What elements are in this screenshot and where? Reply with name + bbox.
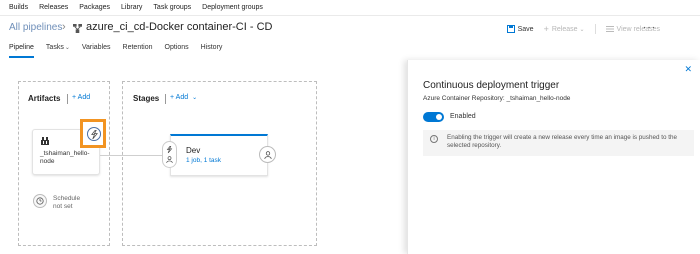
nav-releases[interactable]: Releases [39,4,68,11]
add-stage-label: + Add [170,94,189,101]
cd-trigger-panel: ✕ Continuous deployment trigger Azure Co… [407,60,700,254]
tab-history[interactable]: History [201,44,223,58]
header: All pipelines › azure_ci_cd-Docker conta… [0,20,700,38]
schedule-status: Schedule not set [53,195,80,210]
post-deployment-conditions-button[interactable] [259,146,276,163]
list-icon [605,26,614,32]
artifacts-title: Artifacts [28,94,61,103]
person-icon [166,156,173,164]
toggle-label: Enabled [450,113,476,120]
stage-card-dev[interactable]: Dev 1 job, 1 task [170,134,268,176]
person-icon [263,150,272,159]
release-pipeline-icon [73,24,82,33]
continuous-deployment-trigger-button[interactable] [80,119,106,148]
stage-job-summary[interactable]: 1 job, 1 task [186,157,221,164]
chevron-down-icon: ⌄ [579,26,585,33]
chevron-right-icon: › [62,21,66,33]
release-button[interactable]: + Release ⌄ [544,24,585,34]
plus-icon: + [543,24,549,34]
pre-deployment-conditions-button[interactable] [162,141,177,168]
tab-pipeline[interactable]: Pipeline [9,44,34,58]
tab-bar: Pipeline Tasks⌄ Variables Retention Opti… [0,44,700,58]
more-actions-button[interactable]: ··· [643,22,656,33]
clock-icon [33,194,47,208]
add-stage-button[interactable]: + Add ⌄ [170,94,197,101]
top-navigation: Builds Releases Packages Library Task gr… [0,0,700,16]
tab-retention[interactable]: Retention [123,44,153,58]
stages-title: Stages [133,94,160,103]
chevron-down-icon: ⌄ [64,45,70,51]
save-label: Save [517,25,534,33]
schedule-line1: Schedule [53,195,81,202]
add-artifact-button[interactable]: + Add [72,94,90,101]
stage-name: Dev [186,146,201,155]
info-text: Enabling the trigger will create a new r… [447,134,677,149]
tab-variables[interactable]: Variables [82,44,111,58]
release-label: Release [551,25,578,33]
artifact-name: _tshaiman_hello-node [40,150,90,165]
info-icon: i [430,135,438,143]
artifact-to-stage-connector [100,155,162,156]
close-icon[interactable]: ✕ [684,64,692,75]
nav-packages[interactable]: Packages [79,4,110,11]
lightning-icon [87,127,101,141]
nav-task-groups[interactable]: Task groups [153,4,191,11]
toggle-knob [436,114,442,120]
tab-tasks[interactable]: Tasks⌄ [46,44,70,58]
panel-subtitle: Azure Container Repository: _tshaiman_he… [423,95,571,102]
panel-title: Continuous deployment trigger [423,80,560,91]
toolbar-divider [594,24,596,34]
nav-deployment-groups[interactable]: Deployment groups [202,4,263,11]
tab-tasks-label: Tasks [45,44,64,51]
schedule-line2: not set [53,202,73,210]
chevron-down-icon: ⌄ [192,95,198,101]
stages-divider [165,94,166,104]
tab-options[interactable]: Options [165,44,189,58]
page-title: azure_ci_cd-Docker container-CI - CD [86,21,273,33]
container-registry-icon [41,137,49,145]
nav-library[interactable]: Library [121,4,142,11]
toolbar: Save + Release ⌄ View releases [497,24,660,34]
lightning-icon [166,145,173,153]
save-button[interactable]: Save [506,25,534,33]
nav-builds[interactable]: Builds [9,4,28,11]
breadcrumb-all-pipelines[interactable]: All pipelines [9,22,62,33]
enabled-toggle[interactable] [423,112,444,122]
info-message: i Enabling the trigger will create a new… [423,130,694,156]
save-icon [506,25,515,33]
artifacts-divider [67,94,68,104]
